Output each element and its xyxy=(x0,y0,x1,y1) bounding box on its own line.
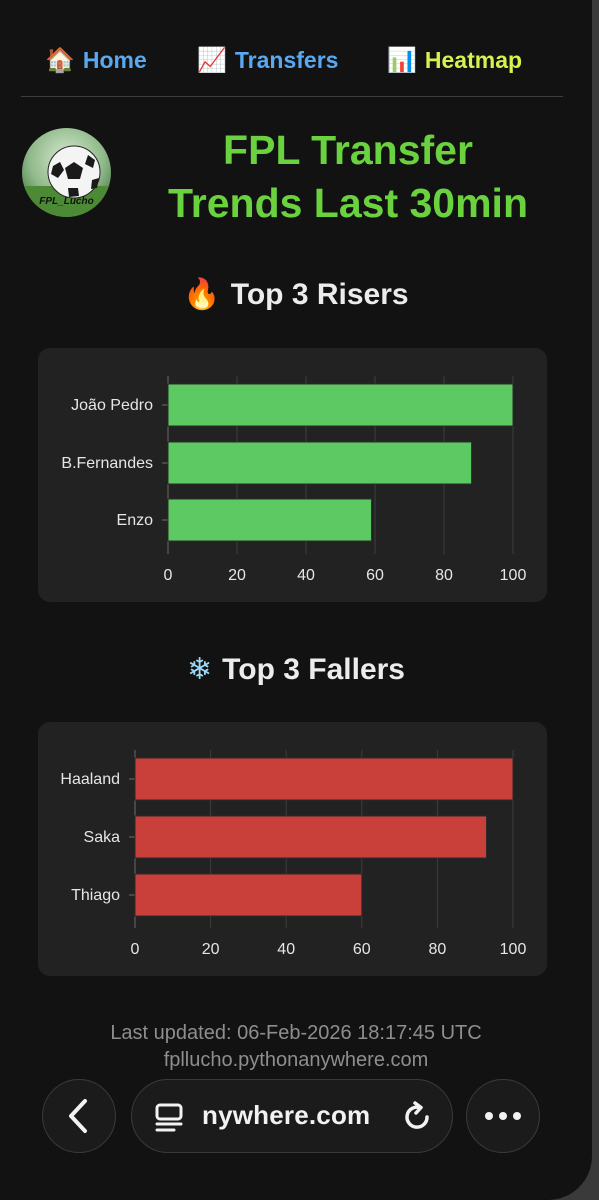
bar-chart-icon: 📊 xyxy=(387,46,417,74)
nav-divider xyxy=(21,96,563,97)
x-tick-label: 20 xyxy=(228,567,246,584)
category-label: Haaland xyxy=(60,771,120,788)
logo-text: FPL_Lucho xyxy=(39,196,94,207)
x-tick-label: 40 xyxy=(297,567,315,584)
more-dots-icon xyxy=(485,1112,521,1120)
reload-icon[interactable] xyxy=(400,1100,434,1134)
page-title: FPL Transfer Trends Last 30min xyxy=(128,124,568,230)
last-updated-text: Last updated: 06-Feb-2026 18:17:45 UTC xyxy=(110,1022,482,1044)
bar xyxy=(167,441,473,485)
site-logo: FPL_Lucho xyxy=(22,128,111,217)
bar xyxy=(167,498,373,542)
risers-heading-text: Top 3 Risers xyxy=(230,278,409,311)
risers-heading: 🔥 Top 3 Risers xyxy=(0,277,592,312)
fallers-bar-chart: 0 20 40 60 80 100 Haaland Saka Thiago xyxy=(60,750,527,958)
browser-more-button[interactable] xyxy=(466,1079,540,1153)
fallers-heading: ❄ Top 3 Fallers xyxy=(0,652,592,687)
bar xyxy=(134,757,514,801)
x-tick-label: 0 xyxy=(131,941,140,958)
x-tick-label: 100 xyxy=(500,567,527,584)
bar xyxy=(134,873,363,917)
browser-url-text: nywhere.com xyxy=(202,1100,371,1130)
x-tick-label: 60 xyxy=(353,941,371,958)
nav-home-label: Home xyxy=(82,46,147,73)
chevron-left-icon xyxy=(69,1099,87,1133)
fire-icon: 🔥 xyxy=(183,277,221,312)
x-tick-label: 0 xyxy=(164,567,173,584)
browser-back-button[interactable] xyxy=(42,1079,116,1153)
nav-home-link[interactable]: 🏠 Home xyxy=(45,40,147,80)
x-tick-label: 40 xyxy=(277,941,295,958)
x-tick-label: 80 xyxy=(429,941,447,958)
risers-bar-chart: 0 20 40 60 80 100 João Pedro B.Fernandes Enzo xyxy=(61,376,527,584)
page-title-line2: Trends Last 30min xyxy=(167,180,528,226)
site-domain-text: fpllucho.pythonanywhere.com xyxy=(163,1049,429,1071)
fallers-chart-card: 0 20 40 60 80 100 Haaland Saka Thiago xyxy=(38,722,547,976)
phone-screen: 🏠 Home 📈 Transfers 📊 Heatmap FPL_Lucho F… xyxy=(0,0,592,1200)
nav-transfers-link[interactable]: 📈 Transfers xyxy=(197,40,338,80)
chart-increasing-icon: 📈 xyxy=(197,46,227,74)
nav-heatmap-label: Heatmap xyxy=(424,46,523,73)
x-tick-label: 80 xyxy=(435,567,453,584)
x-tick-label: 100 xyxy=(500,941,527,958)
house-icon: 🏠 xyxy=(45,46,75,74)
browser-address-bar[interactable]: nywhere.com xyxy=(131,1079,453,1153)
page-menu-icon[interactable] xyxy=(154,1102,184,1132)
nav-transfers-label: Transfers xyxy=(234,46,339,73)
top-nav: 🏠 Home 📈 Transfers 📊 Heatmap xyxy=(0,40,592,80)
category-label: Thiago xyxy=(71,887,120,904)
x-tick-label: 60 xyxy=(366,567,384,584)
category-label: Saka xyxy=(84,829,121,846)
page-title-line1: FPL Transfer xyxy=(223,127,473,173)
x-tick-label: 20 xyxy=(202,941,220,958)
fallers-heading-text: Top 3 Fallers xyxy=(222,653,405,686)
category-label: João Pedro xyxy=(71,397,153,414)
category-label: B.Fernandes xyxy=(61,455,153,472)
category-label: Enzo xyxy=(117,512,154,529)
bar xyxy=(134,815,488,859)
bar xyxy=(167,383,514,427)
snowflake-icon: ❄ xyxy=(187,652,213,687)
nav-heatmap-link[interactable]: 📊 Heatmap xyxy=(387,40,522,80)
risers-chart-card: 0 20 40 60 80 100 João Pedro B.Fernandes Enzo xyxy=(38,348,547,602)
